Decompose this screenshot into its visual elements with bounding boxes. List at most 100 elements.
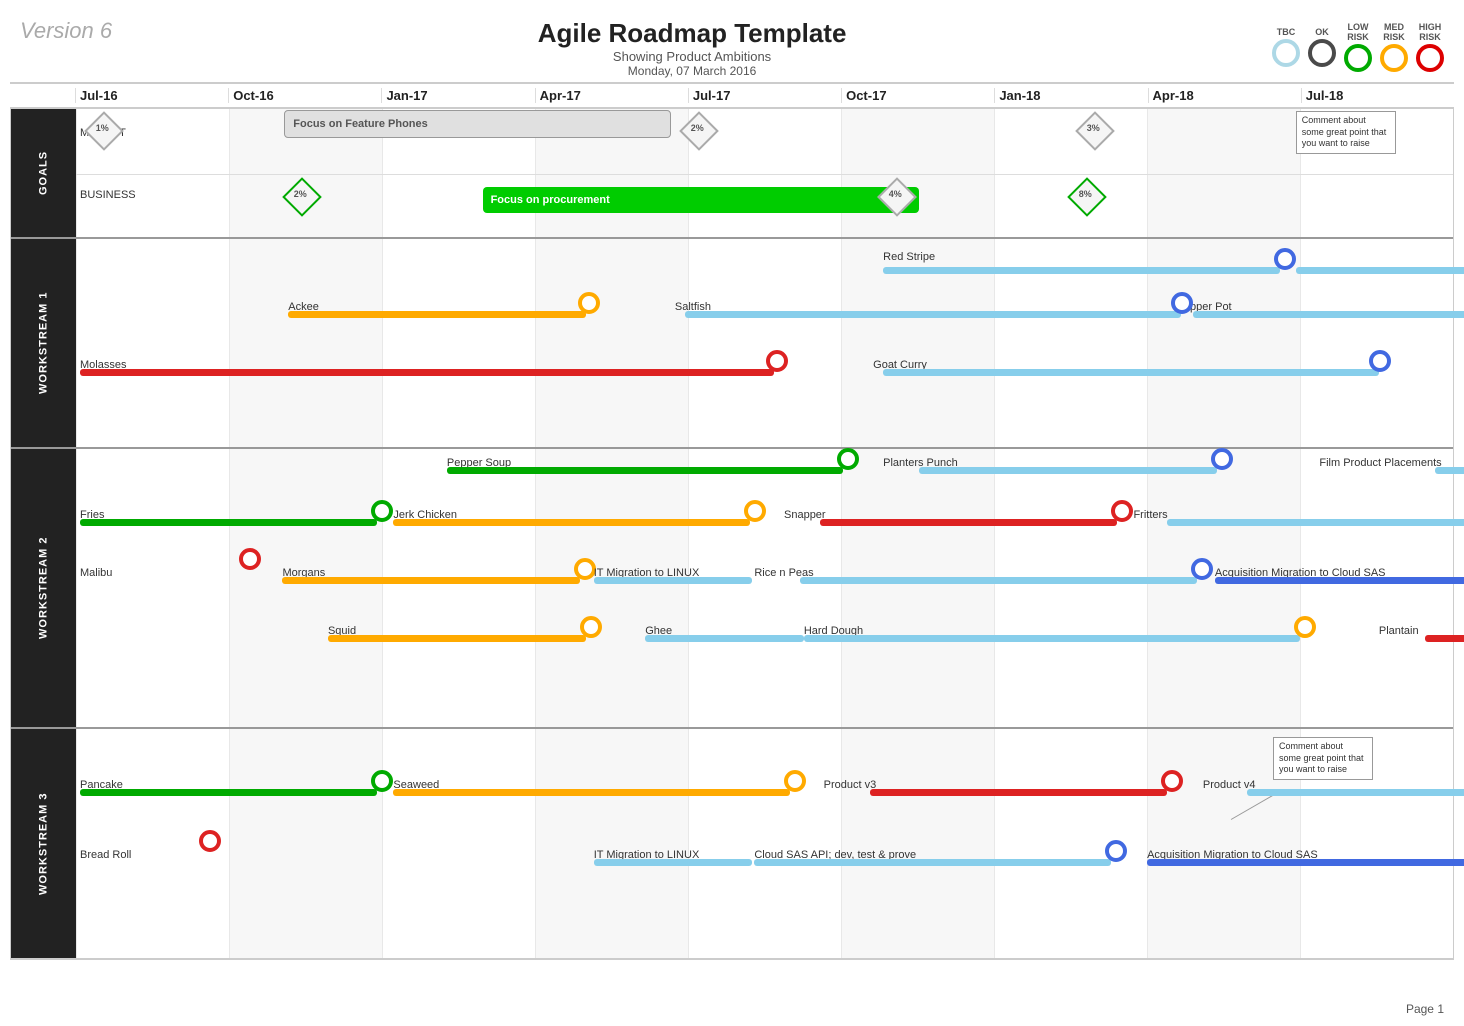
main-grid: GOALS MARKET: [10, 108, 1454, 960]
legend-ok: OK: [1308, 27, 1336, 67]
goal-diamond-1pct: 1%: [84, 111, 124, 151]
month-apr17: Apr-17: [535, 88, 688, 103]
comment-box-market: Comment about some great point that you …: [1296, 111, 1396, 154]
product-v3-circle: [1161, 770, 1183, 792]
timeline-header: Jul-16 Oct-16 Jan-17 Apr-17 Jul-17 Oct-1…: [10, 82, 1454, 108]
goal-diamond-3pct: 3%: [1076, 111, 1116, 151]
red-stripe-bar: [883, 267, 1280, 274]
it-migration-ws3-bar: [594, 859, 753, 866]
hard-dough-bar: [804, 635, 1300, 642]
it-migration-ws2-bar: [594, 577, 753, 584]
ws2-content: Pepper Soup Planters Punch Film Product …: [76, 449, 1453, 727]
ghee-bar: [645, 635, 804, 642]
goal-diamond-2pct-market: 2%: [679, 111, 719, 151]
cloud-sas-api-bar: [754, 859, 1111, 866]
malibu-circle: [239, 548, 261, 570]
saltfish-bar: [685, 311, 1181, 318]
legend-tbc: TBC: [1272, 27, 1300, 67]
title-block: Agile Roadmap Template Showing Product A…: [112, 18, 1272, 78]
pepper-soup-circle: [837, 448, 859, 470]
header: Version 6 Agile Roadmap Template Showing…: [10, 10, 1454, 82]
plantain-label: Plantain: [1379, 625, 1419, 637]
month-apr18: Apr-18: [1148, 88, 1301, 103]
pancake-bar: [80, 789, 377, 796]
month-jul17: Jul-17: [688, 88, 841, 103]
ws3-content: Comment about some great point that you …: [76, 729, 1453, 958]
cloud-sas-circle: [1105, 840, 1127, 862]
focus-procurement-bar: Focus on procurement: [483, 187, 919, 213]
molasses-circle: [766, 350, 788, 372]
goat-curry-circle: [1369, 350, 1391, 372]
acq-migration-ws3-bar: [1147, 859, 1464, 866]
product-v3-bar: [870, 789, 1167, 796]
pepper-pot-circle: [1171, 292, 1193, 314]
bg-cols-ws3: [76, 729, 1453, 958]
seaweed-bar: [393, 789, 790, 796]
hard-dough-circle: [1294, 616, 1316, 638]
ws2-section: WORKSTREAM 2 Pepper Soup Planter: [11, 449, 1453, 729]
goals-section: GOALS MARKET: [11, 109, 1453, 239]
month-jul16: Jul-16: [75, 88, 228, 103]
month-jul18: Jul-18: [1301, 88, 1454, 103]
page: Version 6 Agile Roadmap Template Showing…: [0, 0, 1464, 1026]
malibu-label: Malibu: [80, 567, 112, 579]
snapper-circle: [1111, 500, 1133, 522]
product-v3-label: Product v3: [824, 779, 877, 791]
goal-diamond-2pct-biz: 2%: [282, 177, 322, 217]
bg-cols-goals: [76, 109, 1453, 237]
morgans-circle: [574, 558, 596, 580]
fritters-bar: [1167, 519, 1464, 526]
page-title: Agile Roadmap Template: [112, 18, 1272, 49]
goal-diamond-8pct: 8%: [1068, 177, 1108, 217]
comment-box-ws3: Comment about some great point that you …: [1273, 737, 1373, 780]
bg-cols-ws2: [76, 449, 1453, 727]
morgans-bar: [282, 577, 579, 584]
subtitle: Showing Product Ambitions: [112, 49, 1272, 64]
molasses-bar: [80, 369, 774, 376]
business-label: BUSINESS: [80, 189, 136, 201]
goat-curry-bar: [883, 369, 1379, 376]
rice-peas-bar: [800, 577, 1197, 584]
months-row: Jul-16 Oct-16 Jan-17 Apr-17 Jul-17 Oct-1…: [75, 88, 1454, 103]
month-oct16: Oct-16: [228, 88, 381, 103]
jerk-chicken-bar: [393, 519, 750, 526]
fries-circle: [371, 500, 393, 522]
red-stripe-bar2: [1296, 267, 1464, 274]
ws2-label: WORKSTREAM 2: [11, 449, 76, 727]
planters-punch-bar: [919, 467, 1216, 474]
seaweed-circle: [784, 770, 806, 792]
ws1-content: Red Stripe Ackee Saltfish Pepper Pot Mol…: [76, 239, 1453, 447]
fritters-label: Fritters: [1133, 509, 1167, 521]
month-jan18: Jan-18: [994, 88, 1147, 103]
bread-roll-circle: [199, 830, 221, 852]
ws1-section: WORKSTREAM 1 Red Stripe: [11, 239, 1453, 449]
month-jan17: Jan-17: [381, 88, 534, 103]
snapper-bar: [820, 519, 1117, 526]
film-product-label: Film Product Placements: [1319, 457, 1441, 469]
month-oct17: Oct-17: [841, 88, 994, 103]
red-stripe-label: Red Stripe: [883, 251, 935, 263]
goals-content: MARKET BUSINESS 1% Focus on Feature Phon…: [76, 109, 1453, 237]
date: Monday, 07 March 2016: [112, 64, 1272, 78]
legend-med: MEDRISK: [1380, 22, 1408, 72]
plantain-bar: [1425, 635, 1464, 642]
product-v4-bar: [1247, 789, 1464, 796]
pepper-pot-bar: [1193, 311, 1464, 318]
acq-migration-ws2-bar: [1215, 577, 1464, 584]
pancake-circle: [371, 770, 393, 792]
bread-roll-label: Bread Roll: [80, 849, 131, 861]
legend-low: LOWRISK: [1344, 22, 1372, 72]
ackee-circle: [578, 292, 600, 314]
ackee-bar: [288, 311, 585, 318]
ws1-label: WORKSTREAM 1: [11, 239, 76, 447]
legend: TBC OK LOWRISK MEDRISK HIGHRISK: [1272, 18, 1444, 72]
planters-punch-circle: [1211, 448, 1233, 470]
squid-circle: [580, 616, 602, 638]
ws3-label: WORKSTREAM 3: [11, 729, 76, 958]
rice-peas-circle: [1191, 558, 1213, 580]
ws3-section: WORKSTREAM 3 Comment about some great po…: [11, 729, 1453, 959]
focus-feature-phones-bar: Focus on Feature Phones: [284, 110, 671, 138]
snapper-label: Snapper: [784, 509, 826, 521]
squid-bar: [328, 635, 586, 642]
goals-label: GOALS: [11, 109, 76, 237]
